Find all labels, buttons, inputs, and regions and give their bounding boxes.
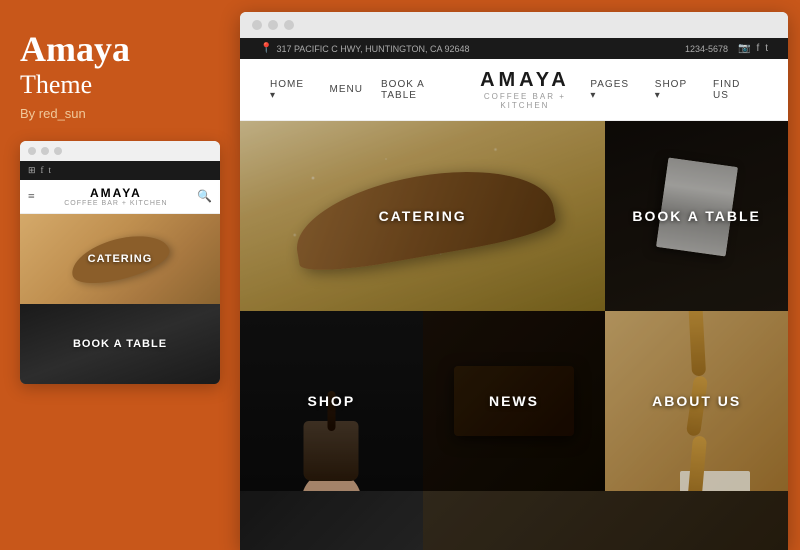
churro-paper: [680, 471, 750, 491]
mini-browser-chrome: [20, 141, 220, 161]
mini-dot-1: [28, 147, 36, 155]
about-cell[interactable]: ABOUT US: [605, 311, 788, 491]
nav-home[interactable]: HOME ▾: [270, 79, 312, 101]
catering-label: CATERING: [379, 208, 467, 224]
location-icon: 📍: [260, 43, 272, 54]
social-icons-row: 📷 f t: [738, 43, 768, 54]
mini-instagram-icon: ⊞: [28, 165, 36, 176]
mini-logo-text: AMAYA: [64, 186, 167, 200]
theme-name-line1: Amaya: [20, 30, 130, 70]
theme-author: By red_sun: [20, 106, 130, 121]
book-table-label: BOOK A TABLE: [632, 208, 760, 224]
mini-top-icons: ⊞ f t: [28, 165, 51, 176]
top-bar-right: 1234-5678 📷 f t: [685, 43, 768, 54]
mini-facebook-icon: f: [41, 165, 44, 175]
mini-top-bar: ⊞ f t: [20, 161, 220, 180]
churro-1: [688, 311, 706, 376]
mini-book-cell: BOOK A TABLE: [20, 304, 220, 384]
nav-left-items: HOME ▾ MENU BOOK A TABLE: [270, 79, 459, 101]
news-cell[interactable]: NEWS: [423, 311, 606, 491]
bottom-left-cell: [240, 491, 423, 550]
mini-browser-preview: ⊞ f t ≡ AMAYA COFFEE BAR + KITCHEN 🔍 CAT…: [20, 141, 220, 384]
coffee-visual: [304, 421, 359, 481]
address-text: 317 PACIFIC C HWY, HUNTINGTON, CA 92648: [276, 44, 469, 54]
top-bar-address: 📍 317 PACIFIC C HWY, HUNTINGTON, CA 9264…: [260, 43, 470, 54]
main-browser: 📍 317 PACIFIC C HWY, HUNTINGTON, CA 9264…: [240, 12, 788, 550]
hand-shape: [301, 471, 361, 491]
phone-text: 1234-5678: [685, 44, 728, 54]
mini-catering-label: CATERING: [88, 253, 153, 265]
mini-logo: AMAYA COFFEE BAR + KITCHEN: [64, 186, 167, 207]
shop-cell[interactable]: SHOP: [240, 311, 423, 491]
site-top-bar: 📍 317 PACIFIC C HWY, HUNTINGTON, CA 9264…: [240, 38, 788, 59]
mini-catering-cell: CATERING: [20, 214, 220, 304]
mini-twitter-icon: t: [49, 165, 52, 175]
mini-search-icon: 🔍: [197, 189, 212, 204]
theme-name-line2: Theme: [20, 70, 130, 100]
churro-3: [687, 436, 707, 491]
left-panel: Amaya Theme By red_sun ⊞ f t ≡ AMAYA COF…: [0, 0, 240, 550]
browser-chrome: [240, 12, 788, 38]
chrome-dot-1: [252, 20, 262, 30]
site-logo: AMAYA COFFEE BAR + KITCHEN: [459, 69, 590, 110]
book-visual: [656, 158, 738, 257]
mini-dot-3: [54, 147, 62, 155]
theme-title: Amaya Theme By red_sun: [20, 30, 130, 141]
logo-text: AMAYA: [459, 69, 590, 92]
instagram-icon[interactable]: 📷: [738, 43, 750, 54]
about-label: ABOUT US: [652, 393, 741, 409]
logo-sub-text: COFFEE BAR + KITCHEN: [459, 92, 590, 110]
chrome-dot-3: [284, 20, 294, 30]
nav-right-items: PAGES ▾ SHOP ▾ FIND US: [590, 79, 758, 101]
book-photo: [656, 158, 738, 257]
nav-shop[interactable]: SHOP ▾: [655, 79, 695, 101]
catering-cell[interactable]: CATERING: [240, 121, 605, 311]
mini-dot-2: [41, 147, 49, 155]
nav-pages[interactable]: PAGES ▾: [590, 79, 636, 101]
nav-book[interactable]: BOOK A TABLE: [381, 79, 459, 101]
bottom-right-cell: [423, 491, 788, 550]
mini-nav: ≡ AMAYA COFFEE BAR + KITCHEN 🔍: [20, 180, 220, 214]
chrome-dot-2: [268, 20, 278, 30]
coffee-cup: [304, 421, 359, 481]
book-table-cell[interactable]: BOOK A TABLE: [605, 121, 788, 311]
twitter-icon[interactable]: t: [765, 43, 768, 54]
mini-hamburger-icon: ≡: [28, 189, 35, 204]
mini-book-label: BOOK A TABLE: [73, 338, 167, 350]
nav-menu[interactable]: MENU: [330, 84, 363, 95]
nav-find-us[interactable]: FIND US: [713, 79, 758, 101]
site-nav: HOME ▾ MENU BOOK A TABLE AMAYA COFFEE BA…: [240, 59, 788, 121]
facebook-icon[interactable]: f: [756, 43, 759, 54]
shop-label: SHOP: [307, 393, 355, 409]
site-grid: CATERING BOOK A TABLE SHOP NEWS: [240, 121, 788, 550]
mini-logo-sub: COFFEE BAR + KITCHEN: [64, 200, 167, 207]
news-label: NEWS: [489, 393, 539, 409]
